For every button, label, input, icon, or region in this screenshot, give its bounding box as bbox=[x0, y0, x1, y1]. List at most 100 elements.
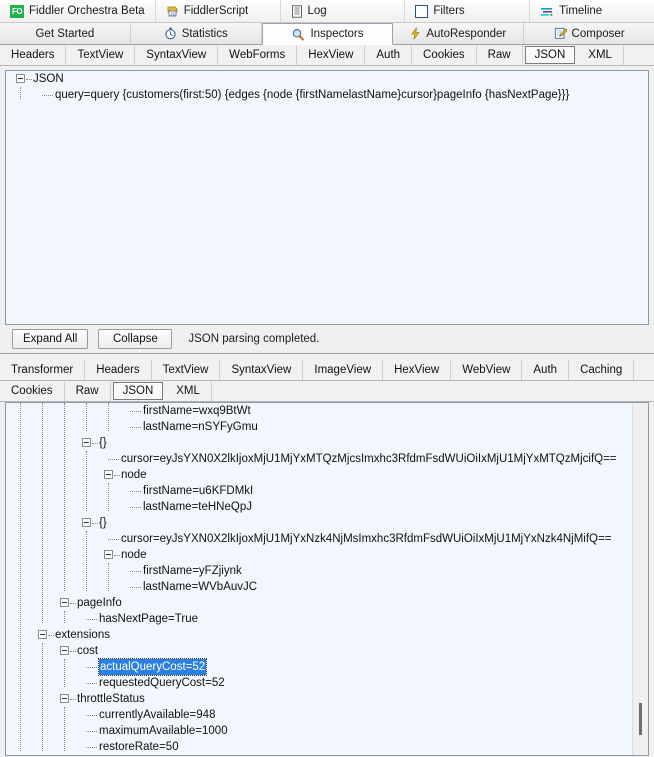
tree-node[interactable]: firstName=u6KFDMkI bbox=[6, 483, 648, 499]
ribbon-button-fiddler-orchestra[interactable]: FO Fiddler Orchestra Beta bbox=[0, 0, 156, 22]
response-tab-xml[interactable]: XML bbox=[165, 381, 212, 401]
tree-expander-icon[interactable] bbox=[60, 646, 69, 655]
response-tab-transformer[interactable]: Transformer bbox=[0, 360, 86, 380]
tree-node-label[interactable]: extensions bbox=[55, 627, 110, 643]
tab-inspectors[interactable]: Inspectors bbox=[261, 23, 394, 45]
script-js-icon: JS bbox=[166, 5, 179, 18]
tree-node[interactable]: requestedQueryCost=52 bbox=[6, 675, 648, 691]
response-json-tree-panel[interactable]: firstName=wxq9BtWt lastName=nSYFyGmu {} cur… bbox=[5, 402, 649, 756]
tree-expander-icon[interactable] bbox=[38, 630, 47, 639]
tree-node[interactable]: cursor=eyJsYXN0X2lkIjoxMjU1MjYxNzk4NjMsI… bbox=[6, 531, 648, 547]
tree-node-label[interactable]: lastName=teHNeQpJ bbox=[143, 499, 252, 515]
tree-node-label[interactable]: firstName=wxq9BtWt bbox=[143, 403, 251, 419]
response-tab-hexview[interactable]: HexView bbox=[383, 360, 452, 380]
request-json-tree[interactable]: JSON query=query {customers(first:50) {ed… bbox=[6, 71, 648, 109]
request-tab-webforms[interactable]: WebForms bbox=[218, 45, 298, 65]
request-tab-cookies[interactable]: Cookies bbox=[412, 45, 477, 65]
tree-node[interactable]: lastName=WVbAuvJC bbox=[6, 579, 648, 595]
tree-node-label[interactable]: query=query {customers(first:50) {edges … bbox=[55, 87, 569, 103]
tab-statistics[interactable]: Statistics bbox=[130, 23, 262, 44]
tree-node-label[interactable]: JSON bbox=[33, 71, 64, 87]
tree-node-label[interactable]: currentlyAvailable=948 bbox=[99, 707, 215, 723]
request-tab-xml[interactable]: XML bbox=[577, 45, 624, 65]
tree-node[interactable]: extensions bbox=[6, 627, 648, 643]
tree-expander-icon[interactable] bbox=[60, 598, 69, 607]
tree-node-label[interactable]: pageInfo bbox=[77, 595, 122, 611]
tree-node[interactable]: cost bbox=[6, 643, 648, 659]
tree-node-label[interactable]: firstName=u6KFDMkI bbox=[143, 483, 253, 499]
tree-expander-icon[interactable] bbox=[60, 694, 69, 703]
tree-node-label[interactable]: throttleStatus bbox=[77, 691, 145, 707]
ribbon-button-log[interactable]: Log bbox=[280, 0, 406, 22]
tree-node[interactable]: pageInfo bbox=[6, 595, 648, 611]
request-tab-auth[interactable]: Auth bbox=[365, 45, 413, 65]
tree-node-label[interactable]: requestedQueryCost=52 bbox=[99, 675, 225, 691]
response-json-tree[interactable]: firstName=wxq9BtWt lastName=nSYFyGmu {} cur… bbox=[6, 403, 648, 755]
response-tab-cookies[interactable]: Cookies bbox=[0, 381, 65, 401]
response-tab-raw[interactable]: Raw bbox=[64, 381, 111, 401]
tab-composer[interactable]: Composer bbox=[524, 23, 654, 44]
tree-node[interactable]: firstName=wxq9BtWt bbox=[6, 403, 648, 419]
response-tree-scrollbar[interactable] bbox=[632, 403, 648, 755]
tree-node[interactable]: {} bbox=[6, 435, 648, 451]
tree-node-label[interactable]: cursor=eyJsYXN0X2lkIjoxMjU1MjYxNzk4NjMsI… bbox=[121, 531, 611, 547]
tree-node[interactable]: throttleStatus bbox=[6, 691, 648, 707]
tree-expander-icon[interactable] bbox=[82, 438, 91, 447]
request-json-tree-panel[interactable]: JSON query=query {customers(first:50) {ed… bbox=[5, 70, 649, 325]
tree-node-label[interactable]: {} bbox=[99, 515, 107, 531]
ribbon-button-fiddlerscript[interactable]: JS FiddlerScript bbox=[155, 0, 281, 22]
request-tab-hexview[interactable]: HexView bbox=[297, 45, 366, 65]
response-tab-webview[interactable]: WebView bbox=[451, 360, 523, 380]
tree-node[interactable]: currentlyAvailable=948 bbox=[6, 707, 648, 723]
tree-node-label[interactable]: lastName=nSYFyGmu bbox=[143, 419, 258, 435]
tree-node-label[interactable]: lastName=WVbAuvJC bbox=[143, 579, 257, 595]
tree-node[interactable]: query=query {customers(first:50) {edges … bbox=[6, 87, 648, 103]
tree-expander-icon[interactable] bbox=[104, 550, 113, 559]
ribbon-button-filters[interactable]: Filters bbox=[405, 0, 531, 22]
request-tab-headers[interactable]: Headers bbox=[0, 45, 67, 65]
response-tab-caching[interactable]: Caching bbox=[569, 360, 635, 380]
response-tab-textview[interactable]: TextView bbox=[151, 360, 221, 380]
request-tab-textview[interactable]: TextView bbox=[66, 45, 136, 65]
tree-node[interactable]: {} bbox=[6, 515, 648, 531]
tree-node-label[interactable]: {} bbox=[99, 435, 107, 451]
tree-node[interactable]: lastName=nSYFyGmu bbox=[6, 419, 648, 435]
tree-node[interactable]: lastName=teHNeQpJ bbox=[6, 499, 648, 515]
tree-node-label[interactable]: node bbox=[121, 547, 147, 563]
tree-node-label[interactable]: maximumAvailable=1000 bbox=[99, 723, 228, 739]
request-tab-raw[interactable]: Raw bbox=[476, 45, 523, 65]
tree-node[interactable]: actualQueryCost=52 bbox=[6, 658, 648, 676]
response-tab-auth[interactable]: Auth bbox=[522, 360, 570, 380]
response-tree-scrollbar-thumb[interactable] bbox=[639, 703, 642, 735]
expand-all-button[interactable]: Expand All bbox=[12, 329, 89, 349]
tree-node-label-selected[interactable]: actualQueryCost=52 bbox=[97, 658, 208, 676]
response-tab-syntaxview[interactable]: SyntaxView bbox=[220, 360, 304, 380]
tree-node[interactable]: hasNextPage=True bbox=[6, 611, 648, 627]
response-tab-json[interactable]: JSON bbox=[112, 382, 164, 400]
tree-node-label[interactable]: hasNextPage=True bbox=[99, 611, 198, 627]
tree-expander-icon[interactable] bbox=[82, 518, 91, 527]
tree-node[interactable]: node bbox=[6, 467, 648, 483]
tree-node[interactable]: firstName=yFZjiynk bbox=[6, 563, 648, 579]
horizontal-splitter[interactable] bbox=[0, 353, 654, 360]
response-tab-imageview[interactable]: ImageView bbox=[303, 360, 384, 380]
tree-expander-icon[interactable] bbox=[16, 74, 25, 83]
request-tab-json[interactable]: JSON bbox=[524, 46, 576, 64]
tree-node[interactable]: node bbox=[6, 547, 648, 563]
tree-node-label[interactable]: node bbox=[121, 467, 147, 483]
tree-node-label[interactable]: cost bbox=[77, 643, 98, 659]
tab-get-started[interactable]: Get Started bbox=[0, 23, 131, 44]
ribbon-button-timeline[interactable]: Timeline bbox=[530, 0, 654, 22]
tab-autoresponder[interactable]: AutoResponder bbox=[393, 23, 525, 44]
response-tab-headers[interactable]: Headers bbox=[85, 360, 152, 380]
tree-node[interactable]: restoreRate=50 bbox=[6, 739, 648, 755]
tree-node[interactable]: cursor=eyJsYXN0X2lkIjoxMjU1MjYxMTQzMjcsI… bbox=[6, 451, 648, 467]
tree-node[interactable]: JSON bbox=[6, 71, 648, 87]
tree-node-label[interactable]: restoreRate=50 bbox=[99, 739, 179, 755]
collapse-button[interactable]: Collapse bbox=[98, 329, 173, 349]
request-tab-syntaxview[interactable]: SyntaxView bbox=[135, 45, 219, 65]
tree-node-label[interactable]: firstName=yFZjiynk bbox=[143, 563, 242, 579]
tree-expander-icon[interactable] bbox=[104, 470, 113, 479]
tree-node-label[interactable]: cursor=eyJsYXN0X2lkIjoxMjU1MjYxMTQzMjcsI… bbox=[121, 451, 617, 467]
tree-node[interactable]: maximumAvailable=1000 bbox=[6, 723, 648, 739]
